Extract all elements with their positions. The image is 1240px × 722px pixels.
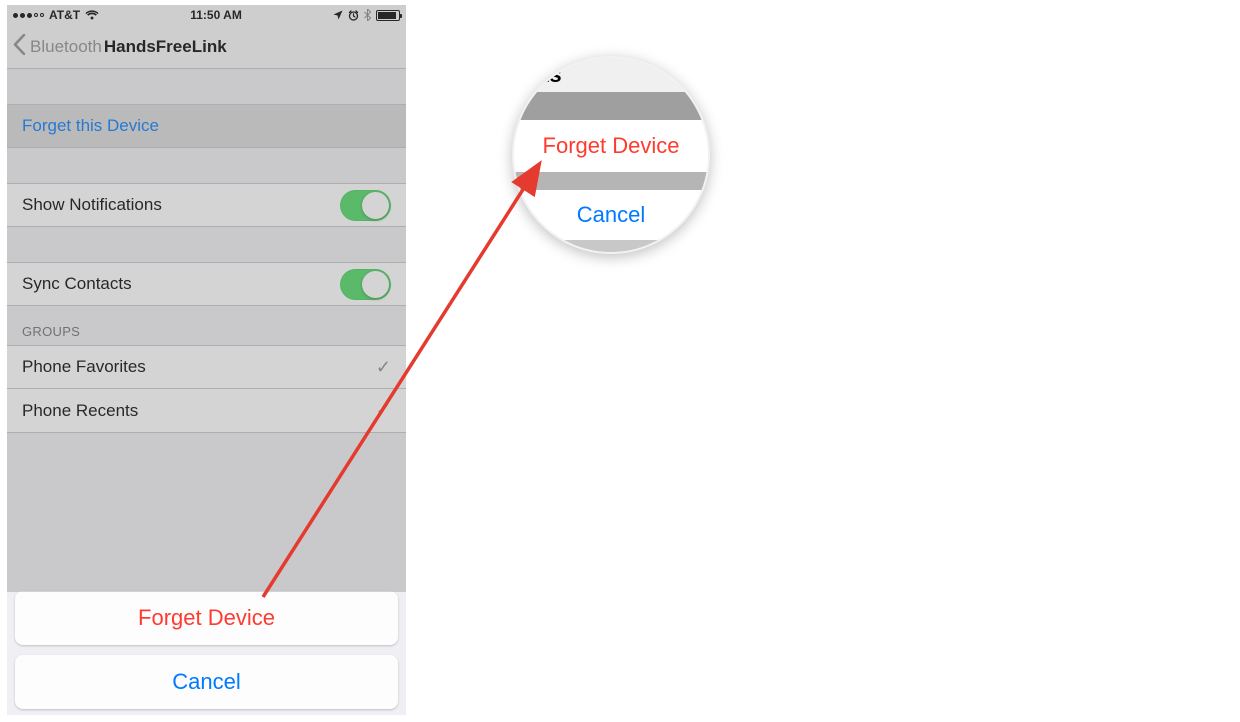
button-label: Cancel bbox=[577, 202, 645, 228]
bluetooth-icon bbox=[364, 9, 371, 21]
back-button[interactable]: Bluetooth bbox=[13, 34, 102, 60]
checkmark-icon: ✓ bbox=[376, 400, 391, 421]
back-label: Bluetooth bbox=[30, 37, 102, 57]
nav-bar: Bluetooth HandsFreeLink bbox=[7, 25, 406, 69]
magnifier-bg bbox=[514, 92, 708, 120]
magnifier-callout: ts Forget Device Cancel bbox=[512, 56, 710, 254]
groups-header: GROUPS bbox=[7, 306, 406, 345]
magnifier-forget-button: Forget Device bbox=[514, 120, 708, 172]
cell-label: Phone Favorites bbox=[22, 357, 146, 377]
phone-favorites-row[interactable]: Phone Favorites ✓ bbox=[7, 345, 406, 389]
show-notifications-toggle[interactable] bbox=[340, 190, 391, 221]
signal-dots-icon bbox=[13, 13, 44, 18]
cell-label: Phone Recents bbox=[22, 401, 138, 421]
location-icon bbox=[333, 10, 343, 20]
magnifier-bg bbox=[514, 172, 708, 190]
status-bar: AT&T 11:50 AM bbox=[7, 5, 406, 25]
alarm-icon bbox=[348, 10, 359, 21]
magnifier-partial-text: ts bbox=[514, 58, 708, 92]
magnifier-bg bbox=[514, 240, 708, 254]
forget-this-device-row[interactable]: Forget this Device bbox=[7, 104, 406, 148]
button-label: Cancel bbox=[172, 669, 240, 695]
wifi-icon bbox=[85, 10, 99, 20]
nav-title: HandsFreeLink bbox=[104, 37, 227, 57]
checkmark-icon: ✓ bbox=[376, 357, 391, 378]
cancel-button[interactable]: Cancel bbox=[15, 655, 398, 709]
cell-label: Show Notifications bbox=[22, 195, 162, 215]
forget-device-button[interactable]: Forget Device bbox=[15, 591, 398, 645]
show-notifications-row: Show Notifications bbox=[7, 183, 406, 227]
button-label: Forget Device bbox=[543, 133, 680, 159]
spacer bbox=[7, 69, 406, 104]
battery-icon bbox=[376, 10, 400, 21]
carrier-label: AT&T bbox=[49, 8, 80, 22]
status-right bbox=[333, 9, 400, 21]
cell-label: Forget this Device bbox=[22, 116, 159, 136]
action-sheet: Forget Device Cancel bbox=[15, 591, 398, 709]
button-label: Forget Device bbox=[138, 605, 275, 631]
magnifier-cancel-button: Cancel bbox=[514, 190, 708, 240]
cell-label: Sync Contacts bbox=[22, 274, 132, 294]
sync-contacts-row: Sync Contacts bbox=[7, 262, 406, 306]
chevron-left-icon bbox=[13, 34, 26, 60]
phone-recents-row[interactable]: Phone Recents ✓ bbox=[7, 389, 406, 433]
phone-screenshot: AT&T 11:50 AM Bluetooth HandsFre bbox=[7, 5, 406, 715]
status-time: 11:50 AM bbox=[190, 8, 242, 22]
sync-contacts-toggle[interactable] bbox=[340, 269, 391, 300]
spacer bbox=[7, 227, 406, 262]
spacer bbox=[7, 148, 406, 183]
status-left: AT&T bbox=[13, 8, 99, 22]
